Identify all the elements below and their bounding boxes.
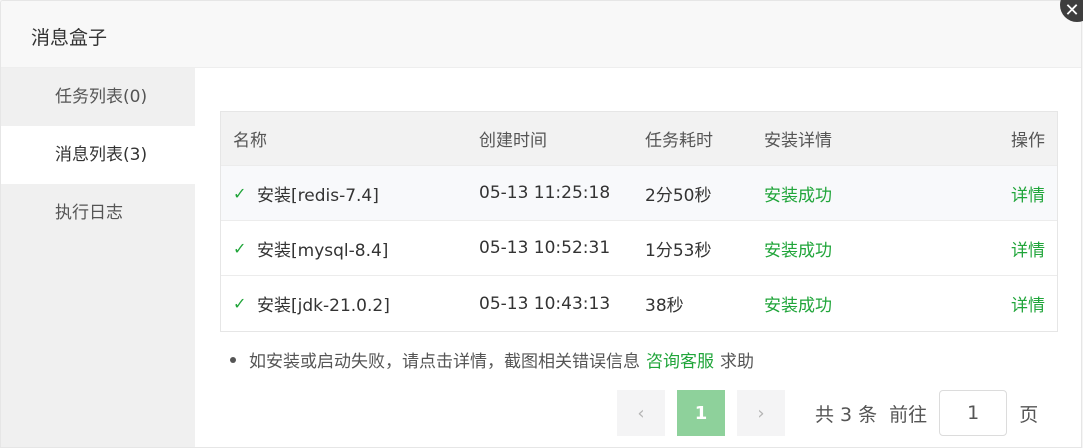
total-count: 共 3 条 bbox=[815, 403, 878, 426]
tip-text: 如安装或启动失败，请点击详情，截图相关错误信息 bbox=[249, 352, 640, 372]
page-number-1[interactable]: 1 bbox=[677, 390, 725, 436]
install-status: 安装成功 bbox=[764, 185, 832, 206]
task-name: 安装[mysql-8.4] bbox=[257, 240, 389, 261]
col-header-action: 操作 bbox=[1011, 131, 1045, 151]
contact-support-link[interactable]: 咨询客服 bbox=[646, 347, 714, 372]
next-page-button[interactable]: › bbox=[737, 390, 785, 436]
col-header-detail: 安装详情 bbox=[764, 131, 832, 151]
page-unit-label: 页 bbox=[1019, 403, 1039, 426]
sidebar-item-task-list[interactable]: 任务列表(0) bbox=[1, 68, 195, 126]
col-header-created: 创建时间 bbox=[479, 131, 547, 151]
chevron-left-icon: ‹ bbox=[637, 402, 645, 424]
dialog-title: 消息盒子 bbox=[31, 27, 108, 49]
task-duration: 2分50秒 bbox=[645, 185, 712, 206]
tip-suffix: 求助 bbox=[720, 352, 754, 372]
dialog-header: 消息盒子 bbox=[1, 1, 1081, 68]
check-icon: ✓ bbox=[233, 238, 247, 258]
table-row: ✓ 安装[jdk-21.0.2] 05-13 10:43:13 38秒 安装成功… bbox=[221, 276, 1057, 331]
install-status: 安装成功 bbox=[764, 296, 832, 316]
close-icon: ✕ bbox=[1064, 0, 1080, 21]
install-status: 安装成功 bbox=[764, 240, 832, 261]
bullet-icon bbox=[230, 356, 236, 363]
sidebar-item-execution-log[interactable]: 执行日志 bbox=[1, 184, 195, 242]
table-row: ✓ 安装[redis-7.4] 05-13 11:25:18 2分50秒 安装成… bbox=[221, 166, 1057, 221]
prev-page-button[interactable]: ‹ bbox=[617, 390, 665, 436]
check-icon: ✓ bbox=[233, 183, 247, 203]
table-header-row: 名称 创建时间 任务耗时 安装详情 操作 bbox=[221, 112, 1057, 166]
details-link[interactable]: 详情 bbox=[924, 236, 1057, 261]
pagination: ‹ 1 › 共 3 条 前往 页 bbox=[617, 390, 1038, 436]
check-icon: ✓ bbox=[233, 294, 247, 313]
chevron-right-icon: › bbox=[757, 402, 765, 424]
sidebar-item-message-list[interactable]: 消息列表(3) bbox=[1, 126, 195, 184]
task-name: 安装[jdk-21.0.2] bbox=[257, 296, 390, 316]
goto-label: 前往 bbox=[889, 403, 928, 426]
sidebar: 任务列表(0) 消息列表(3) 执行日志 bbox=[1, 68, 195, 447]
details-link[interactable]: 详情 bbox=[924, 291, 1057, 316]
col-header-name: 名称 bbox=[233, 131, 267, 151]
help-tip: 如安装或启动失败，请点击详情，截图相关错误信息 咨询客服 求助 bbox=[230, 347, 754, 372]
message-box-dialog: 消息盒子 任务列表(0) 消息列表(3) 执行日志 名称 创建时间 任务耗时 安… bbox=[0, 0, 1082, 448]
table-row: ✓ 安装[mysql-8.4] 05-13 10:52:31 1分53秒 安装成… bbox=[221, 221, 1057, 276]
created-time: 05-13 10:52:31 bbox=[479, 238, 611, 258]
main-content: 名称 创建时间 任务耗时 安装详情 操作 ✓ 安装[redis-7.4] 05-… bbox=[195, 68, 1081, 447]
task-duration: 1分53秒 bbox=[645, 240, 712, 261]
details-link[interactable]: 详情 bbox=[924, 181, 1057, 206]
col-header-duration: 任务耗时 bbox=[645, 131, 713, 151]
task-duration: 38秒 bbox=[645, 296, 684, 316]
task-name: 安装[redis-7.4] bbox=[257, 185, 379, 206]
message-table: 名称 创建时间 任务耗时 安装详情 操作 ✓ 安装[redis-7.4] 05-… bbox=[220, 111, 1058, 332]
created-time: 05-13 10:43:13 bbox=[479, 293, 611, 314]
goto-page-input[interactable] bbox=[939, 390, 1008, 436]
created-time: 05-13 11:25:18 bbox=[479, 183, 611, 203]
